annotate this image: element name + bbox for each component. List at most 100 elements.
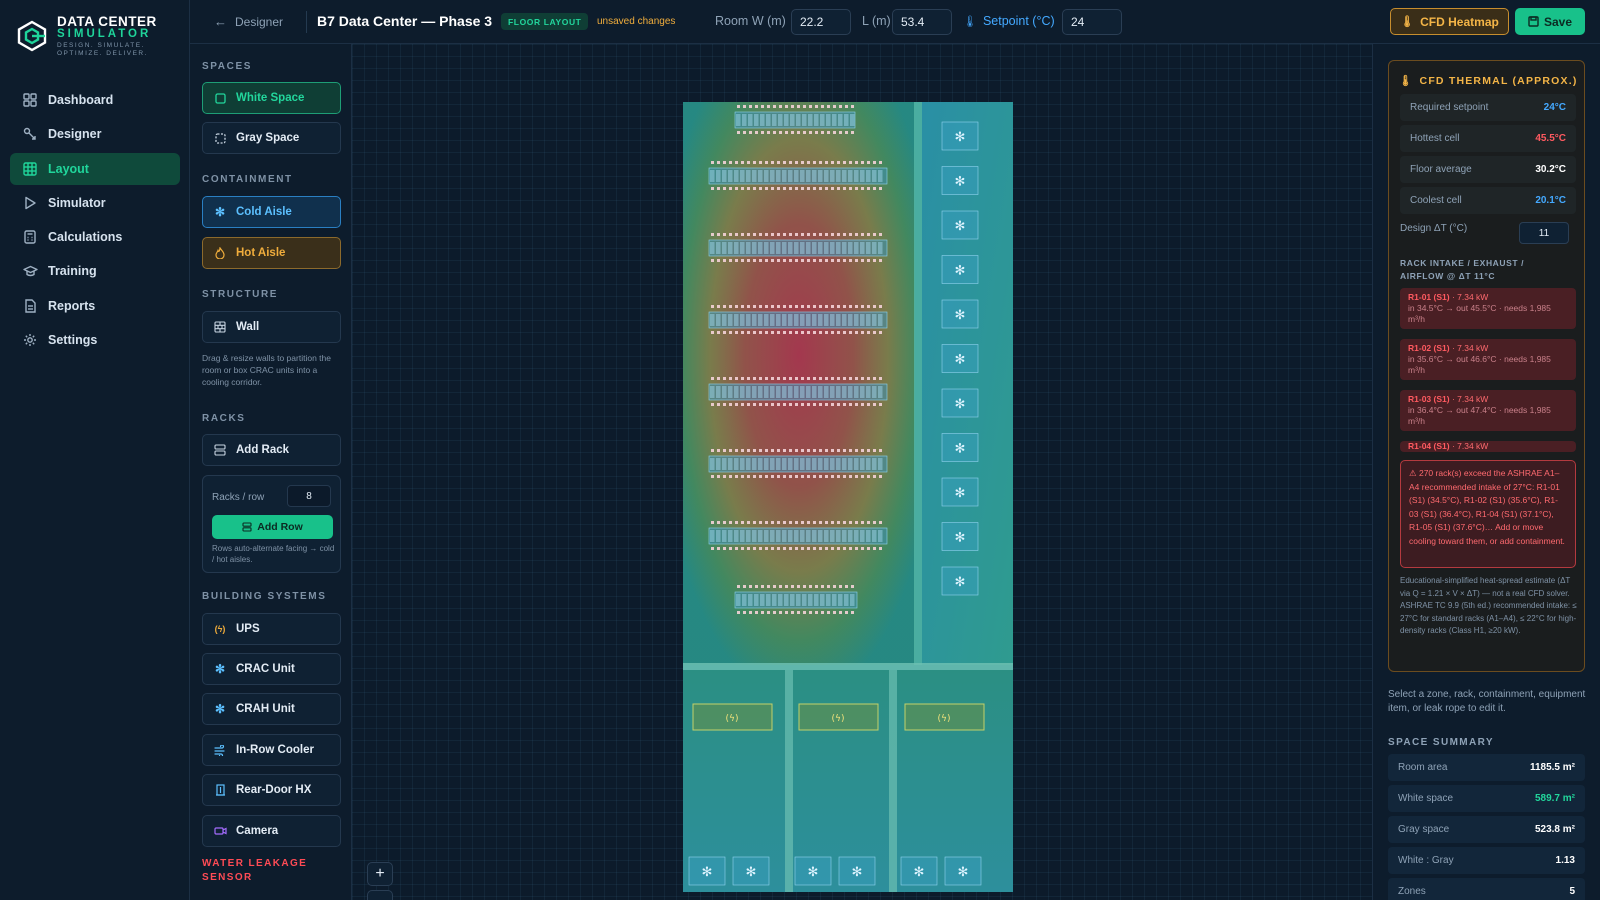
- save-button[interactable]: Save: [1515, 8, 1585, 35]
- rack-list-item[interactable]: R1-01 (S1) · 7.34 kW in 34.5°C → out 45.…: [1400, 288, 1576, 329]
- rack-marker: [735, 259, 738, 262]
- server-icon: [213, 443, 227, 457]
- nav-item-dashboard[interactable]: Dashboard: [10, 84, 180, 116]
- add-row-button[interactable]: Add Row: [212, 515, 333, 539]
- nav-item-settings[interactable]: Settings: [10, 324, 180, 356]
- rack-unit: [806, 170, 811, 182]
- crac-unit[interactable]: ✻: [941, 344, 979, 373]
- crac-unit[interactable]: ✻: [941, 299, 979, 329]
- rack-unit: [812, 170, 817, 182]
- racks-per-row-input[interactable]: 8: [287, 485, 331, 507]
- snowflake-icon: ✻: [214, 205, 226, 219]
- white-space-zone[interactable]: [683, 102, 915, 665]
- crac-unit[interactable]: ✻: [941, 166, 979, 195]
- rack-marker: [735, 233, 738, 236]
- rack-marker: [777, 377, 780, 380]
- interior-wall[interactable]: [889, 670, 897, 892]
- rack-marker: [717, 305, 720, 308]
- rear-door-hx-button[interactable]: Rear-Door HX: [202, 774, 341, 806]
- design-dt-input[interactable]: 11: [1519, 222, 1569, 244]
- rack-marker: [819, 233, 822, 236]
- snowflake-icon: ✻: [214, 662, 226, 676]
- add-rack-button[interactable]: Add Rack: [202, 434, 341, 466]
- crac-unit[interactable]: ✻: [941, 210, 979, 240]
- rack-unit: [820, 594, 825, 606]
- floor-plan[interactable]: ✻ ✻ ✻ ✻ ✻ ✻ ✻ ✻ ✻ ✻ ✻ (ϟ) (ϟ) (ϟ) ✻ ✻ ✻ ✻ ✻ ✻: [352, 44, 1372, 900]
- rack-unit: [836, 242, 841, 254]
- white-space-button[interactable]: White Space: [202, 82, 341, 114]
- rack-marker: [861, 377, 864, 380]
- nav-item-reports[interactable]: Reports: [10, 290, 180, 322]
- wall-button[interactable]: Wall: [202, 311, 341, 343]
- crac-unit[interactable]: ✻: [688, 856, 726, 886]
- in-row-cooler-button[interactable]: In-Row Cooler: [202, 734, 341, 766]
- rack-marker: [747, 377, 750, 380]
- interior-wall[interactable]: [683, 663, 1013, 670]
- nav-item-designer[interactable]: Designer: [10, 118, 180, 150]
- crac-units[interactable]: ✻ ✻ ✻ ✻ ✻ ✻ ✻ ✻ ✻ ✻ ✻: [941, 121, 979, 596]
- interior-wall[interactable]: [785, 670, 793, 892]
- rack-unit: [878, 170, 883, 182]
- camera-button[interactable]: Camera: [202, 815, 341, 847]
- rack-marker: [789, 161, 792, 164]
- rack-unit: [788, 386, 793, 398]
- crac-unit-button[interactable]: ✻ CRAC Unit: [202, 653, 341, 685]
- crac-unit[interactable]: ✻: [838, 856, 876, 886]
- crac-unit[interactable]: ✻: [941, 121, 979, 151]
- floor-canvas[interactable]: ✻ ✻ ✻ ✻ ✻ ✻ ✻ ✻ ✻ ✻ ✻ (ϟ) (ϟ) (ϟ) ✻ ✻ ✻ ✻ ✻ ✻ + −: [352, 44, 1372, 900]
- crah-unit-button[interactable]: ✻ CRAH Unit: [202, 693, 341, 725]
- rack-unit: [860, 530, 865, 542]
- interior-wall[interactable]: [914, 102, 922, 665]
- room-length-input[interactable]: 53.4: [892, 9, 952, 35]
- crac-unit[interactable]: ✻: [941, 477, 979, 507]
- wall-hint: Drag & resize walls to partition the roo…: [202, 353, 331, 387]
- summary-row-white-space: White space 589.7 m²: [1388, 785, 1585, 812]
- crac-unit[interactable]: ✻: [794, 856, 832, 886]
- rack-list-item[interactable]: R1-03 (S1) · 7.34 kW in 36.4°C → out 47.…: [1400, 390, 1576, 431]
- back-to-designer-link[interactable]: ← Designer: [214, 14, 283, 29]
- nav-item-layout[interactable]: Layout: [10, 152, 180, 185]
- rack-marker: [723, 521, 726, 524]
- crac-unit[interactable]: ✻: [941, 388, 979, 418]
- ups-units[interactable]: (ϟ) (ϟ) (ϟ): [692, 703, 985, 731]
- crac-unit[interactable]: ✻: [944, 856, 982, 886]
- rack-unit: [776, 242, 781, 254]
- rack-list-item[interactable]: R1-02 (S1) · 7.34 kW in 35.6°C → out 46.…: [1400, 339, 1576, 380]
- ups-button[interactable]: (ϟ) UPS: [202, 613, 341, 645]
- room-width-input[interactable]: 22.2: [791, 9, 851, 35]
- cold-aisle-button[interactable]: ✻ Cold Aisle: [202, 196, 341, 228]
- crah-unit-label: CRAH Unit: [236, 703, 295, 715]
- rack-marker: [717, 475, 720, 478]
- summary-label: White space: [1398, 793, 1454, 804]
- crac-unit[interactable]: ✻: [941, 433, 979, 462]
- nav-item-training[interactable]: Training: [10, 255, 180, 287]
- gray-space-button[interactable]: Gray Space: [202, 122, 341, 154]
- add-row-label: Add Row: [257, 521, 303, 533]
- hot-aisle-button[interactable]: Hot Aisle: [202, 237, 341, 269]
- app-logo[interactable]: DATA CENTER SIMULATOR DESIGN. SIMULATE. …: [16, 14, 186, 60]
- rack-unit: [764, 314, 769, 326]
- rack-marker: [879, 449, 882, 452]
- nav-item-simulator[interactable]: Simulator: [10, 187, 180, 219]
- crac-unit[interactable]: ✻: [900, 856, 938, 886]
- rack-list-item[interactable]: R1-04 (S1) · 7.34 kW: [1400, 441, 1576, 452]
- nav-item-calculations[interactable]: Calculations: [10, 221, 180, 253]
- zoom-out-button[interactable]: −: [367, 890, 393, 900]
- zoom-in-button[interactable]: +: [367, 862, 393, 886]
- rack-marker: [855, 187, 858, 190]
- setpoint-input[interactable]: 24: [1062, 9, 1122, 35]
- add-rack-label: Add Rack: [236, 444, 290, 456]
- rack-marker: [825, 547, 828, 550]
- crac-unit[interactable]: ✻: [941, 522, 979, 551]
- rack-marker: [749, 131, 752, 134]
- rack-marker: [867, 233, 870, 236]
- rack-marker: [837, 475, 840, 478]
- rack-name: R1-02 (S1): [1408, 343, 1450, 353]
- crac-unit[interactable]: ✻: [941, 566, 979, 596]
- crac-unit[interactable]: ✻: [941, 255, 979, 284]
- crac-unit[interactable]: ✻: [732, 856, 770, 886]
- rack-marker: [819, 187, 822, 190]
- rack-marker: [807, 403, 810, 406]
- rack-unit: [854, 242, 859, 254]
- cfd-heatmap-button[interactable]: 🌡︎ CFD Heatmap: [1390, 8, 1509, 35]
